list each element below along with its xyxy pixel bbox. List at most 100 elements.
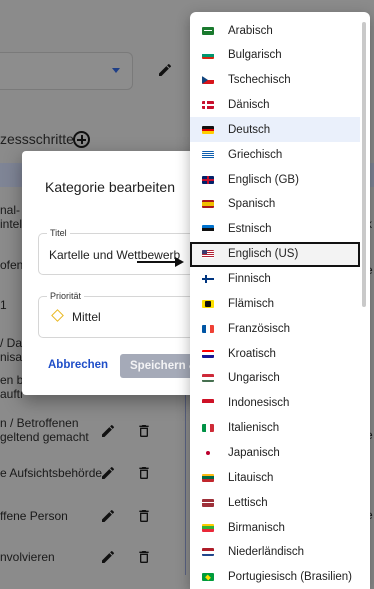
pencil-icon: [102, 509, 115, 522]
language-option[interactable]: Deutsch: [190, 117, 360, 143]
language-option-label: Englisch (US): [228, 248, 299, 261]
flag-hr-icon: [202, 349, 214, 358]
scrollbar-thumb[interactable]: [362, 22, 366, 307]
flag-ee-icon: [202, 225, 214, 234]
background-select: [0, 52, 133, 90]
background-row-text: n / Betroffenen geltend gemacht: [0, 416, 89, 444]
flag-de-icon: [202, 125, 214, 134]
flag-be-fl-icon: [202, 299, 214, 308]
language-option-label: Arabisch: [228, 24, 273, 37]
language-option-label: Dänisch: [228, 99, 270, 112]
flag-jp-icon: [202, 448, 214, 457]
flag-us-icon: [202, 250, 214, 259]
background-row-text: ffene Person: [0, 509, 68, 523]
pencil-icon: [102, 424, 115, 437]
language-option[interactable]: Dänisch: [190, 93, 360, 118]
pencil-icon: [159, 63, 172, 76]
language-option[interactable]: Griechisch: [190, 142, 360, 167]
language-option[interactable]: Tschechisch: [190, 68, 360, 93]
language-option-label: Indonesisch: [228, 397, 290, 410]
flag-gr-icon: [202, 150, 214, 159]
language-option[interactable]: Ungarisch: [190, 366, 360, 391]
language-option-label: Bulgarisch: [228, 49, 282, 62]
language-option[interactable]: Französisch: [190, 316, 360, 341]
language-option[interactable]: Flämisch: [190, 291, 360, 316]
language-option[interactable]: Arabisch: [190, 18, 360, 43]
language-option-label: Japanisch: [228, 446, 280, 459]
flag-mm-icon: [202, 523, 214, 532]
language-option[interactable]: Italienisch: [190, 416, 360, 441]
language-option[interactable]: Japanisch: [190, 440, 360, 465]
flag-cz-icon: [202, 76, 214, 85]
trash-icon: [139, 551, 149, 563]
language-option[interactable]: Englisch (US): [190, 241, 360, 267]
language-option[interactable]: Lettisch: [190, 490, 360, 515]
title-field-value[interactable]: Kartelle und Wettbewerb: [49, 248, 180, 262]
language-option-label: Französisch: [228, 322, 290, 335]
language-option-label: Englisch (GB): [228, 173, 299, 186]
background-divider: [185, 395, 186, 575]
background-row-text: e Aufsichtsbehörde: [0, 466, 103, 480]
flag-hu-icon: [202, 374, 214, 383]
language-option-label: Deutsch: [228, 123, 271, 136]
pencil-icon: [102, 550, 115, 563]
language-option-label: Griechisch: [228, 148, 283, 161]
annotation-arrow-head: [175, 257, 184, 267]
background-row-text: 1: [0, 298, 7, 312]
priority-value: Mittel: [72, 310, 101, 324]
dialog-title: Kategorie bearbeiten: [45, 179, 175, 195]
flag-lt-icon: [202, 473, 214, 482]
language-option[interactable]: Kroatisch: [190, 341, 360, 366]
flag-bg-icon: [202, 51, 214, 60]
language-option-label: Spanisch: [228, 198, 276, 211]
flag-id-icon: [202, 399, 214, 408]
language-option-label: Kroatisch: [228, 347, 276, 360]
language-option-label: Litauisch: [228, 471, 274, 484]
language-option-label: Lettisch: [228, 496, 268, 509]
language-option[interactable]: Niederländisch: [190, 540, 360, 565]
language-option-label: Portugiesisch (Brasilien): [228, 571, 352, 584]
chevron-down-icon: [112, 68, 120, 73]
language-option-label: Ungarisch: [228, 372, 280, 385]
language-option[interactable]: Estnisch: [190, 217, 360, 242]
flag-dk-icon: [202, 101, 214, 110]
language-option[interactable]: Finnisch: [190, 267, 360, 292]
flag-sa-icon: [202, 26, 214, 35]
background-row-text: nvolvieren: [0, 550, 55, 564]
cancel-button[interactable]: Abbrechen: [48, 359, 108, 371]
diamond-icon: [51, 309, 64, 322]
flag-fi-icon: [202, 275, 214, 283]
trash-icon: [139, 425, 149, 437]
trash-icon: [139, 467, 149, 479]
language-dropdown[interactable]: Arabisch Bulgarisch Tschechisch Dänisch Deut…: [190, 12, 370, 589]
flag-nl-icon: [202, 548, 214, 557]
annotation-arrow: [137, 261, 177, 263]
language-option-label: Niederländisch: [228, 546, 305, 559]
flag-lv-icon: [202, 498, 214, 507]
language-option[interactable]: Spanisch: [190, 192, 360, 217]
language-option[interactable]: Birmanisch: [190, 515, 360, 540]
language-option-label: Estnisch: [228, 223, 272, 236]
flag-br-icon: [202, 573, 214, 582]
process-steps-heading: zessschritte: [0, 131, 74, 147]
language-option[interactable]: Litauisch: [190, 465, 360, 490]
add-circle-icon: [73, 131, 90, 148]
language-option[interactable]: Portugiesisch (Brasilien): [190, 565, 360, 589]
language-option-label: Italienisch: [228, 422, 280, 435]
flag-fr-icon: [202, 324, 214, 333]
flag-it-icon: [202, 424, 214, 433]
flag-gb-icon: [202, 175, 214, 184]
background-row-text: ofen: [0, 258, 24, 272]
language-option-label: Birmanisch: [228, 521, 285, 534]
language-option[interactable]: Bulgarisch: [190, 43, 360, 68]
language-option[interactable]: Englisch (GB): [190, 167, 360, 192]
language-option[interactable]: Indonesisch: [190, 391, 360, 416]
flag-es-icon: [202, 200, 214, 209]
priority-field-label: Priorität: [47, 291, 85, 301]
language-option-label: Tschechisch: [228, 74, 291, 87]
pencil-icon: [102, 466, 115, 479]
title-field-label: Titel: [47, 228, 70, 238]
trash-icon: [139, 510, 149, 522]
language-option-label: Flämisch: [228, 297, 275, 310]
language-option-label: Finnisch: [228, 273, 271, 285]
